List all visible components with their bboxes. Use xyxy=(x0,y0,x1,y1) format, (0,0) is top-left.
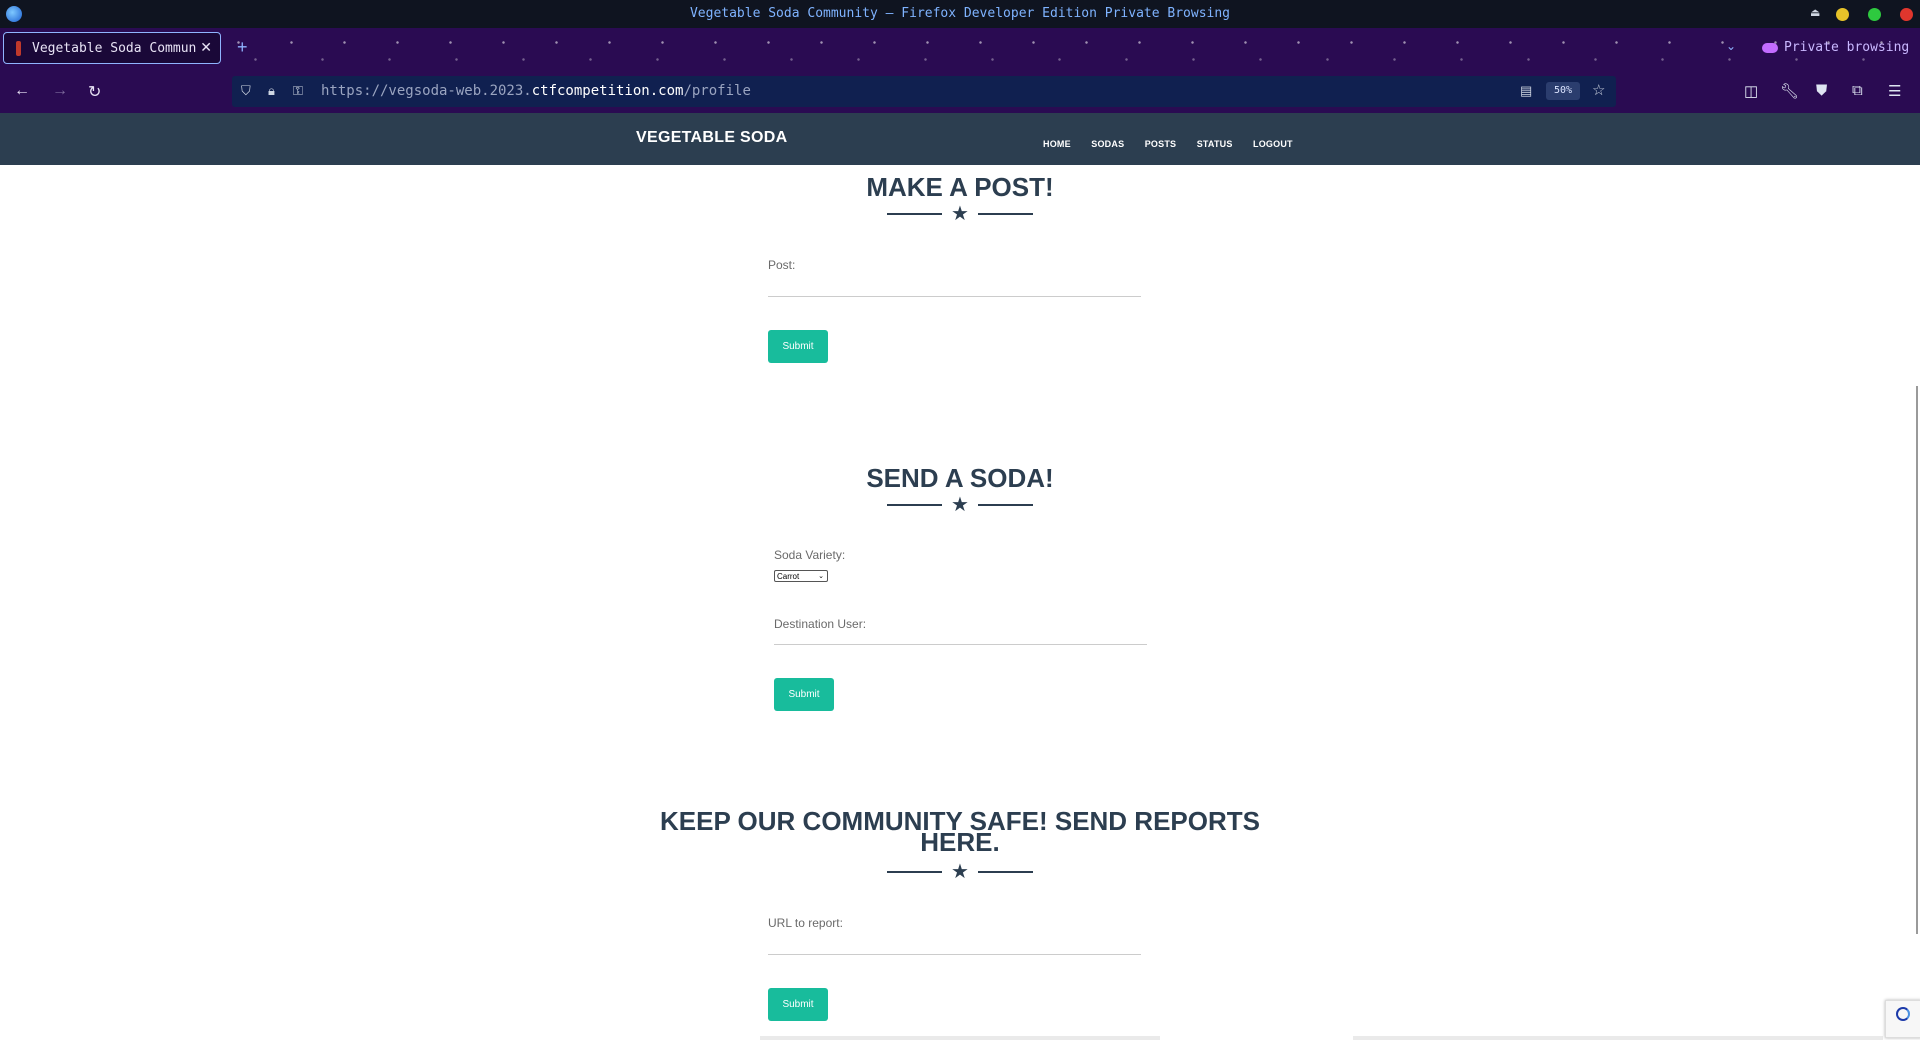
close-window-button[interactable] xyxy=(1900,8,1913,21)
url-text[interactable]: https://vegsoda-web.2023.ctfcompetition.… xyxy=(321,83,751,99)
star-icon: ★ xyxy=(951,203,969,225)
destination-user-input[interactable] xyxy=(774,644,1147,645)
site-nav-links: HOME SODAS POSTS STATUS LOGOUT xyxy=(1043,134,1309,152)
new-tab-button[interactable]: + xyxy=(237,37,248,58)
minimize-button[interactable] xyxy=(1836,8,1849,21)
report-divider: ★ xyxy=(887,861,1033,883)
report-section-title: KEEP OUR COMMUNITY SAFE! SEND REPORTS HE… xyxy=(660,806,1260,857)
close-tab-icon[interactable]: ✕ xyxy=(200,39,212,56)
menu-hamburger-icon[interactable]: ☰ xyxy=(1888,82,1901,100)
nav-posts[interactable]: POSTS xyxy=(1145,139,1177,149)
soda-submit-button[interactable]: Submit xyxy=(774,678,834,711)
tab-bar: Vegetable Soda Commun ✕ + ⌄ Private brow… xyxy=(0,28,1920,70)
post-section-title: MAKE A POST! xyxy=(866,172,1054,202)
reload-button[interactable]: ↻ xyxy=(88,82,101,102)
private-mask-icon xyxy=(1762,42,1778,53)
nav-logout[interactable]: LOGOUT xyxy=(1253,139,1293,149)
destination-user-label: Destination User: xyxy=(774,617,867,631)
tab-vegetable-soda[interactable]: Vegetable Soda Commun ✕ xyxy=(3,32,221,64)
ublock-shield-icon[interactable]: ⛊ xyxy=(1816,82,1827,99)
eject-icon[interactable]: ⏏ xyxy=(1810,6,1820,19)
card-shadow xyxy=(1353,1036,1883,1040)
lock-icon[interactable]: 🔒︎ xyxy=(268,83,275,99)
zoom-level-badge[interactable]: 50% xyxy=(1546,82,1580,100)
navigation-toolbar: ← → ↻ ⛉ 🔒︎ ⚿ https://vegsoda-web.2023.ct… xyxy=(0,70,1920,113)
forward-button[interactable]: → xyxy=(52,82,68,100)
star-icon: ★ xyxy=(951,494,969,516)
key-icon[interactable]: ⚿ xyxy=(293,83,303,99)
extensions-icon[interactable]: ⧉ xyxy=(1852,82,1863,99)
nav-status[interactable]: STATUS xyxy=(1197,139,1233,149)
site-navbar: VEGETABLE SODA HOME SODAS POSTS STATUS L… xyxy=(0,113,1920,165)
post-submit-button[interactable]: Submit xyxy=(768,330,828,363)
report-url-input[interactable] xyxy=(768,954,1141,955)
soda-divider: ★ xyxy=(887,494,1033,516)
window-titlebar: Vegetable Soda Community — Firefox Devel… xyxy=(0,0,1920,28)
window-title: Vegetable Soda Community — Firefox Devel… xyxy=(689,6,1231,21)
page-scrollbar[interactable] xyxy=(1916,386,1918,934)
reader-view-icon[interactable]: ▤ xyxy=(1520,83,1532,99)
post-label: Post: xyxy=(768,258,796,272)
nav-sodas[interactable]: SODAS xyxy=(1091,139,1124,149)
bookmark-star-icon[interactable]: ☆ xyxy=(1592,81,1605,99)
recaptcha-badge[interactable] xyxy=(1885,1000,1920,1038)
private-browsing-label: Private browsing xyxy=(1784,40,1910,55)
soda-variety-select[interactable]: Carrot ⌄ xyxy=(774,570,828,582)
site-brand[interactable]: VEGETABLE SODA xyxy=(636,129,787,147)
soda-variety-value: Carrot xyxy=(777,572,800,581)
post-input[interactable] xyxy=(768,296,1141,297)
card-shadow xyxy=(760,1036,1160,1040)
dev-tools-wrench-icon[interactable]: 🔧︎ xyxy=(1780,82,1799,100)
star-icon: ★ xyxy=(951,861,969,883)
soda-variety-label: Soda Variety: xyxy=(774,548,846,562)
list-all-tabs-icon[interactable]: ⌄ xyxy=(1726,39,1736,53)
chevron-down-icon: ⌄ xyxy=(818,573,824,580)
soda-section-title: SEND A SODA! xyxy=(866,463,1054,493)
tab-title: Vegetable Soda Commun xyxy=(32,41,197,56)
tracking-shield-icon[interactable]: ⛉ xyxy=(241,83,251,99)
report-url-label: URL to report: xyxy=(768,916,843,930)
url-bar[interactable]: ⛉ 🔒︎ ⚿ https://vegsoda-web.2023.ctfcompe… xyxy=(232,76,1616,107)
post-divider: ★ xyxy=(887,203,1033,225)
pocket-icon[interactable]: ◫ xyxy=(1744,82,1758,100)
nav-home[interactable]: HOME xyxy=(1043,139,1071,149)
back-button[interactable]: ← xyxy=(14,82,30,100)
maximize-button[interactable] xyxy=(1868,8,1881,21)
private-browsing-indicator: Private browsing xyxy=(1762,40,1909,55)
soda-bottle-favicon-icon xyxy=(16,41,21,56)
recaptcha-icon xyxy=(1896,1007,1910,1021)
report-submit-button[interactable]: Submit xyxy=(768,988,828,1021)
